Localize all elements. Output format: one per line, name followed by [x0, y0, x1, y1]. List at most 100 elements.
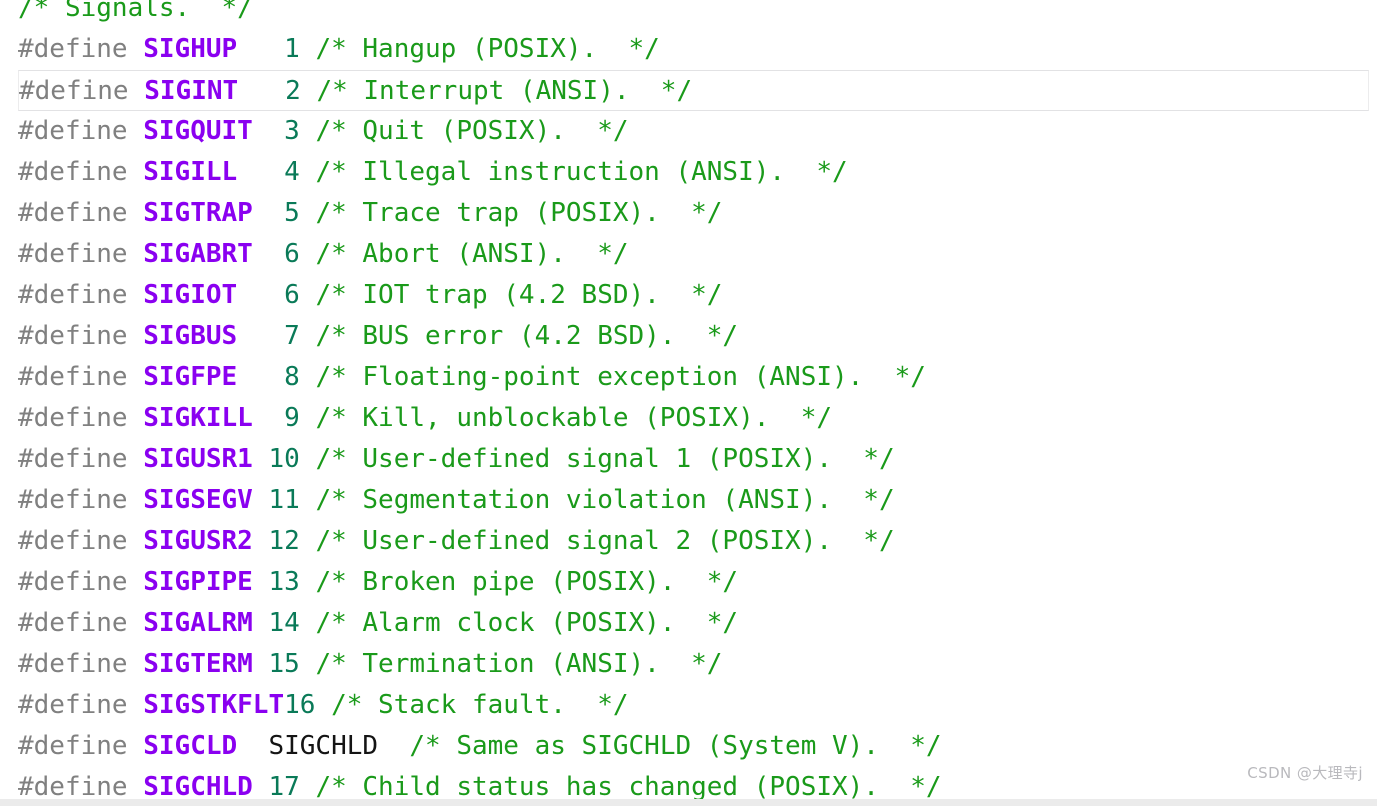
code-value: 8 [284, 362, 300, 392]
code-keyword: #define [18, 444, 128, 474]
code-comment: /* Broken pipe (POSIX). */ [315, 567, 739, 597]
code-line[interactable]: #define SIGPIPE 13 /* Broken pipe (POSIX… [0, 562, 1377, 603]
code-comment: /* Hangup (POSIX). */ [315, 34, 660, 64]
code-keyword: #define [18, 362, 128, 392]
code-comment: /* Floating-point exception (ANSI). */ [315, 362, 926, 392]
code-value: 1 [284, 34, 300, 64]
code-line[interactable]: #define SIGBUS 7 /* BUS error (4.2 BSD).… [0, 316, 1377, 357]
code-value: 3 [284, 116, 300, 146]
code-value: 4 [284, 157, 300, 187]
code-line[interactable]: #define SIGCLD SIGCHLD /* Same as SIGCHL… [0, 726, 1377, 767]
code-keyword: #define [19, 76, 129, 106]
code-value: 10 [268, 444, 300, 474]
code-keyword: #define [18, 280, 128, 310]
code-line[interactable]: #define SIGILL 4 /* Illegal instruction … [0, 152, 1377, 193]
code-keyword: #define [18, 34, 128, 64]
code-comment: /* Segmentation violation (ANSI). */ [315, 485, 895, 515]
code-line[interactable]: #define SIGQUIT 3 /* Quit (POSIX). */ [0, 111, 1377, 152]
bottom-strip [0, 799, 1377, 806]
code-comment: /* IOT trap (4.2 BSD). */ [315, 280, 723, 310]
code-value: 13 [268, 567, 300, 597]
code-keyword: #define [18, 731, 128, 761]
code-line[interactable]: #define SIGTERM 15 /* Termination (ANSI)… [0, 644, 1377, 685]
code-line[interactable]: #define SIGINT 2 /* Interrupt (ANSI). */ [18, 70, 1369, 111]
code-value: SIGCHLD [268, 731, 379, 761]
code-symbol: SIGKILL [143, 403, 253, 433]
watermark: CSDN @大理寺j [1247, 764, 1363, 782]
code-comment: /* BUS error (4.2 BSD). */ [315, 321, 739, 351]
code-line[interactable]: #define SIGALRM 14 /* Alarm clock (POSIX… [0, 603, 1377, 644]
code-symbol: SIGCLD [143, 731, 238, 761]
code-value: 14 [268, 608, 300, 638]
code-value: 6 [284, 239, 300, 269]
code-value: 7 [284, 321, 300, 351]
code-keyword: #define [18, 198, 128, 228]
code-comment: /* Illegal instruction (ANSI). */ [315, 157, 848, 187]
code-value: 15 [268, 649, 300, 679]
code-line[interactable]: #define SIGTRAP 5 /* Trace trap (POSIX).… [0, 193, 1377, 234]
code-comment: /* User-defined signal 1 (POSIX). */ [315, 444, 895, 474]
code-keyword: #define [18, 403, 128, 433]
code-line[interactable]: #define SIGKILL 9 /* Kill, unblockable (… [0, 398, 1377, 439]
code-line[interactable]: #define SIGABRT 6 /* Abort (ANSI). */ [0, 234, 1377, 275]
code-comment: /* Termination (ANSI). */ [315, 649, 723, 679]
code-keyword: #define [18, 608, 128, 638]
code-keyword: #define [18, 690, 128, 720]
code-comment: /* Alarm clock (POSIX). */ [315, 608, 739, 638]
code-symbol: SIGUSR2 [143, 526, 253, 556]
code-value: 11 [268, 485, 300, 515]
code-symbol: SIGCHLD [143, 772, 253, 802]
code-line[interactable]: #define SIGUSR2 12 /* User-defined signa… [0, 521, 1377, 562]
code-symbol: SIGBUS [143, 321, 238, 351]
code-symbol: SIGSEGV [143, 485, 253, 515]
code-comment: /* Same as SIGCHLD (System V). */ [409, 731, 942, 761]
code-comment: /* Trace trap (POSIX). */ [315, 198, 723, 228]
code-line[interactable]: #define SIGIOT 6 /* IOT trap (4.2 BSD). … [0, 275, 1377, 316]
code-symbol: SIGFPE [143, 362, 238, 392]
code-keyword: #define [18, 772, 128, 802]
code-symbol: SIGUSR1 [143, 444, 253, 474]
code-comment: /* User-defined signal 2 (POSIX). */ [315, 526, 895, 556]
code-editor[interactable]: /* Signals. */ #define SIGHUP 1 /* Hangup… [0, 0, 1377, 806]
code-symbol: SIGTERM [143, 649, 253, 679]
code-symbol: SIGILL [143, 157, 238, 187]
code-symbol: SIGINT [144, 76, 239, 106]
code-symbol: SIGHUP [143, 34, 238, 64]
code-value: 2 [285, 76, 301, 106]
code-symbol: SIGSTKFLT [143, 690, 285, 720]
code-keyword: #define [18, 116, 128, 146]
code-comment: /* Quit (POSIX). */ [315, 116, 629, 146]
code-comment: /* Stack fault. */ [331, 690, 629, 720]
code-comment: /* Interrupt (ANSI). */ [316, 76, 693, 106]
code-comment: /* Abort (ANSI). */ [315, 239, 629, 269]
code-line[interactable]: #define SIGSEGV 11 /* Segmentation viola… [0, 480, 1377, 521]
code-keyword: #define [18, 157, 128, 187]
code-keyword: #define [18, 567, 128, 597]
code-symbol: SIGTRAP [143, 198, 253, 228]
code-value: 12 [268, 526, 300, 556]
code-line[interactable]: #define SIGFPE 8 /* Floating-point excep… [0, 357, 1377, 398]
code-keyword: #define [18, 649, 128, 679]
code-content[interactable]: /* Signals. */ #define SIGHUP 1 /* Hangup… [0, 0, 1377, 806]
code-line[interactable]: #define SIGHUP 1 /* Hangup (POSIX). */ [0, 29, 1377, 70]
code-value: 17 [268, 772, 300, 802]
code-symbol: SIGIOT [143, 280, 238, 310]
code-keyword: #define [18, 526, 128, 556]
code-value: 5 [284, 198, 300, 228]
code-value: 16 [284, 690, 316, 720]
code-comment: /* Kill, unblockable (POSIX). */ [315, 403, 832, 433]
code-symbol: SIGQUIT [143, 116, 253, 146]
code-value: 9 [284, 403, 300, 433]
code-symbol: SIGABRT [143, 239, 253, 269]
code-keyword: #define [18, 321, 128, 351]
code-comment: /* Child status has changed (POSIX). */ [315, 772, 942, 802]
code-line[interactable]: #define SIGUSR1 10 /* User-defined signa… [0, 439, 1377, 480]
code-value: 6 [284, 280, 300, 310]
code-line[interactable]: /* Signals. */ [0, 0, 1377, 29]
code-symbol: SIGALRM [143, 608, 253, 638]
code-symbol: SIGPIPE [143, 567, 253, 597]
code-line[interactable]: #define SIGSTKFLT16 /* Stack fault. */ [0, 685, 1377, 726]
code-keyword: #define [18, 239, 128, 269]
code-keyword: #define [18, 485, 128, 515]
code-comment: /* Signals. */ [18, 0, 253, 23]
